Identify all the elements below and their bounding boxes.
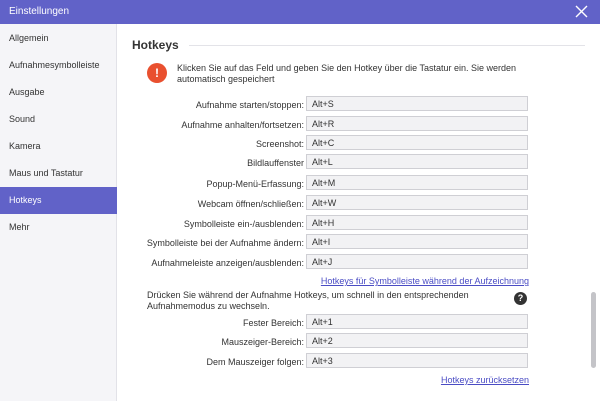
reset-hotkeys-link[interactable]: Hotkeys zurücksetzen [441, 375, 529, 385]
sidebar-item-sound[interactable]: Sound [0, 106, 117, 133]
label-symbolleiste-einblenden: Symbolleiste ein-/ausblenden: [183, 219, 304, 229]
label-fester-bereich: Fester Bereich: [242, 318, 304, 328]
label-aufnahme-starten: Aufnahme starten/stoppen: [195, 100, 304, 110]
hotkey-screenshot-input[interactable] [306, 135, 528, 150]
label-mauszeiger-folgen: Dem Mauszeiger folgen: [206, 357, 304, 367]
mode-hotkeys-description: Drücken Sie während der Aufnahme Hotkeys… [147, 290, 469, 311]
hotkey-symbolleiste-aendern-input[interactable] [306, 234, 528, 249]
hotkey-popup-menue-input[interactable] [306, 175, 528, 190]
sidebar-item-kamera[interactable]: Kamera [0, 133, 117, 160]
hotkey-symbolleiste-einblenden-input[interactable] [306, 215, 528, 230]
sidebar-item-mehr[interactable]: Mehr [0, 214, 117, 241]
hotkeys-panel: Hotkeys ! Klicken Sie auf das Feld und g… [117, 24, 600, 401]
title-bar: Einstellungen [0, 0, 600, 24]
hotkey-aufnahme-anhalten-input[interactable] [306, 116, 528, 131]
toolbar-hotkeys-link[interactable]: Hotkeys für Symbolleiste während der Auf… [321, 276, 529, 286]
label-screenshot: Screenshot: [255, 139, 304, 149]
sidebar-item-aufnahmesymbolleiste[interactable]: Aufnahmesymbolleiste [0, 52, 117, 79]
hotkey-aufnahmeleiste-input[interactable] [306, 254, 528, 269]
label-aufnahme-anhalten: Aufnahme anhalten/fortsetzen: [181, 120, 304, 130]
label-aufnahmeleiste: Aufnahmeleiste anzeigen/ausblenden: [151, 258, 304, 268]
label-symbolleiste-aendern: Symbolleiste bei der Aufnahme ändern: [146, 238, 304, 248]
hotkey-mauszeiger-folgen-input[interactable] [306, 353, 528, 368]
sidebar-item-hotkeys[interactable]: Hotkeys [0, 187, 117, 214]
label-webcam: Webcam öffnen/schließen: [197, 199, 304, 209]
window-title: Einstellungen [9, 6, 70, 17]
sidebar-item-maus-und-tastatur[interactable]: Maus und Tastatur [0, 160, 117, 187]
hotkey-aufnahme-starten-input[interactable] [306, 96, 528, 111]
sidebar-item-ausgabe[interactable]: Ausgabe [0, 79, 117, 106]
label-mauszeiger-bereich: Mauszeiger-Bereich: [221, 337, 304, 347]
hotkey-webcam-input[interactable] [306, 195, 528, 210]
notice-text: Klicken Sie auf das Feld und geben Sie d… [177, 63, 517, 84]
hotkey-bildlauffenster-input[interactable] [306, 154, 528, 169]
hotkey-mauszeiger-bereich-input[interactable] [306, 333, 528, 348]
exclamation-icon: ! [147, 63, 167, 83]
close-icon[interactable] [575, 5, 588, 18]
sidebar-item-allgemein[interactable]: Allgemein [0, 25, 117, 52]
question-icon[interactable]: ? [514, 292, 527, 305]
sidebar: Allgemein Aufnahmesymbolleiste Ausgabe S… [0, 24, 117, 401]
scrollbar-thumb[interactable] [591, 292, 596, 368]
section-title: Hotkeys [132, 38, 179, 52]
label-popup-menue: Popup-Menü-Erfassung: [206, 179, 304, 189]
hotkey-fester-bereich-input[interactable] [306, 314, 528, 329]
section-divider [189, 45, 585, 46]
label-bildlauffenster: Bildlauffenster [247, 158, 304, 168]
